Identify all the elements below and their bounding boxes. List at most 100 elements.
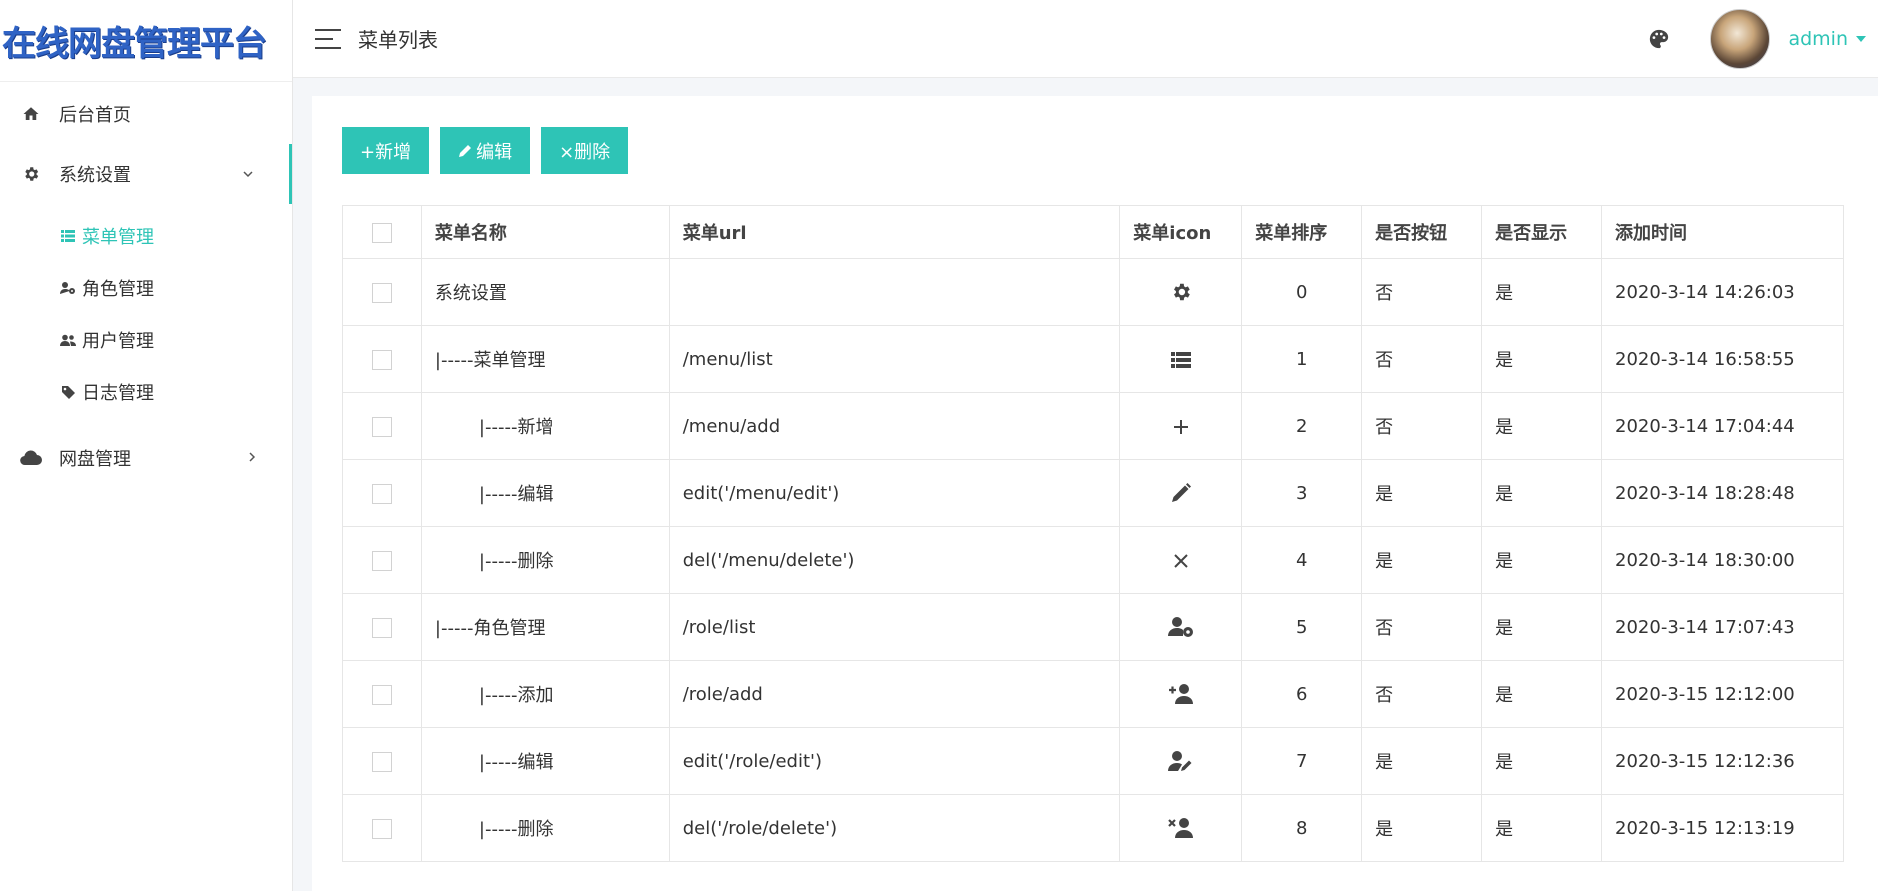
logo-text: 在线网盘管理平台: [2, 24, 267, 64]
row-checkbox-cell: [342, 794, 422, 862]
table-row[interactable]: |-----删除 del('/role/delete') 8 是 是 2020-…: [342, 794, 1844, 862]
menu-url-cell: del('/role/delete'): [668, 794, 1121, 862]
menu-url-cell: /role/list: [668, 593, 1121, 661]
sidebar-subitem-label: 日志管理: [82, 383, 154, 404]
avatar[interactable]: [1710, 9, 1771, 69]
row-checkbox[interactable]: [371, 617, 392, 638]
column-header[interactable]: 菜单url: [668, 205, 1121, 259]
is-show-cell: 是: [1481, 593, 1603, 661]
is-show-cell: 是: [1481, 794, 1603, 862]
home-icon: [20, 103, 42, 125]
menu-icon-cell: [1119, 258, 1243, 326]
sidebar-item-system-settings[interactable]: 系统设置: [0, 144, 292, 204]
select-all-checkbox[interactable]: [371, 222, 392, 243]
chevron-right-icon: [248, 450, 256, 466]
tags-icon: [60, 384, 76, 400]
sidebar-subitem-label: 用户管理: [82, 331, 154, 352]
column-header[interactable]: 是否显示: [1481, 205, 1603, 259]
menu-order-cell: 3: [1241, 459, 1363, 527]
row-checkbox[interactable]: [371, 483, 392, 504]
row-checkbox[interactable]: [371, 349, 392, 370]
table-row[interactable]: |-----编辑 edit('/menu/edit') 3 是 是 2020-3…: [342, 459, 1844, 527]
table-row[interactable]: |-----新增 /menu/add 2 否 是 2020-3-14 17:04…: [342, 392, 1844, 460]
row-checkbox-cell: [342, 459, 422, 527]
menu-order-cell: 6: [1241, 660, 1363, 728]
user-menu[interactable]: admin: [1788, 28, 1848, 50]
row-checkbox-cell: [342, 660, 422, 728]
column-header[interactable]: 是否按钮: [1361, 205, 1483, 259]
table-row[interactable]: 系统设置 0 否 是 2020-3-14 14:26:03: [342, 258, 1844, 326]
menu-icon-cell: [1119, 526, 1243, 594]
menu-name-cell: |-----菜单管理: [420, 325, 670, 393]
is-show-cell: 是: [1481, 258, 1603, 326]
sidebar-subitem-label: 角色管理: [82, 279, 154, 300]
content-panel: +新增 编辑 ×删除 菜单名称 菜单url 菜单icon 菜单排序 是否按钮 是…: [312, 96, 1878, 891]
menu-name-text: |-----新增: [478, 417, 554, 438]
menu-name-text: |-----编辑: [478, 752, 554, 773]
row-checkbox[interactable]: [371, 818, 392, 839]
caret-down-icon[interactable]: [1856, 36, 1866, 42]
table-row[interactable]: |-----添加 /role/add 6 否 是 2020-3-15 12:12…: [342, 660, 1844, 728]
edit-button-label: 编辑: [476, 141, 513, 163]
is-button-cell: 否: [1361, 258, 1483, 326]
added-time-cell: 2020-3-15 12:12:00: [1601, 660, 1844, 728]
row-checkbox[interactable]: [371, 282, 392, 303]
logo[interactable]: 在线网盘管理平台: [0, 0, 292, 82]
sidebar-subitem-label: 菜单管理: [82, 227, 154, 248]
palette-icon[interactable]: [1648, 28, 1670, 50]
is-show-cell: 是: [1481, 727, 1603, 795]
added-time-cell: 2020-3-14 16:58:55: [1601, 325, 1844, 393]
add-button-label: +新增: [360, 141, 412, 163]
is-button-cell: 是: [1361, 794, 1483, 862]
menu-order-cell: 8: [1241, 794, 1363, 862]
column-header[interactable]: 菜单名称: [420, 205, 670, 259]
row-checkbox-cell: [342, 258, 422, 326]
added-time-cell: 2020-3-14 18:30:00: [1601, 526, 1844, 594]
sidebar-subitem-user-management[interactable]: 用户管理: [0, 314, 292, 366]
pencil-icon: [1171, 483, 1191, 502]
is-button-cell: 否: [1361, 660, 1483, 728]
is-show-cell: 是: [1481, 660, 1603, 728]
row-checkbox[interactable]: [371, 416, 392, 437]
sidebar-subitem-role-management[interactable]: 角色管理: [0, 262, 292, 314]
is-button-cell: 是: [1361, 526, 1483, 594]
menu-icon-cell: [1119, 459, 1243, 527]
pencil-icon: [459, 144, 472, 157]
edit-button[interactable]: 编辑: [440, 127, 531, 174]
add-button[interactable]: +新增: [342, 127, 430, 174]
menu-name-cell: |-----角色管理: [420, 593, 670, 661]
row-checkbox-cell: [342, 392, 422, 460]
table-row[interactable]: |-----角色管理 /role/list 5 否 是 2020-3-14 17…: [342, 593, 1844, 661]
row-checkbox[interactable]: [371, 684, 392, 705]
user-gear-icon: [60, 280, 76, 296]
row-checkbox[interactable]: [371, 751, 392, 772]
sidebar: 在线网盘管理平台 后台首页 系统设置 菜单管理 角色管理 用户管理 日志管理 网…: [0, 0, 293, 891]
plus-icon: [1173, 419, 1188, 434]
sidebar-item-netdisk[interactable]: 网盘管理: [0, 428, 292, 488]
sidebar-subitem-menu-management[interactable]: 菜单管理: [0, 210, 292, 262]
menu-icon-cell: [1119, 392, 1243, 460]
sidebar-item-home[interactable]: 后台首页: [0, 84, 292, 144]
menu-order-cell: 5: [1241, 593, 1363, 661]
column-header[interactable]: 菜单icon: [1119, 205, 1243, 259]
menu-name-text: |-----编辑: [478, 484, 554, 505]
delete-button[interactable]: ×删除: [541, 127, 629, 174]
table-row[interactable]: |-----删除 del('/menu/delete') 4 是 是 2020-…: [342, 526, 1844, 594]
menu-toggle-icon[interactable]: [315, 28, 341, 49]
list-icon: [60, 228, 76, 244]
menu-url-cell: /role/add: [668, 660, 1121, 728]
added-time-cell: 2020-3-14 18:28:48: [1601, 459, 1844, 527]
row-checkbox[interactable]: [371, 550, 392, 571]
column-header[interactable]: 添加时间: [1601, 205, 1844, 259]
menu-name-cell: |-----添加: [420, 660, 670, 728]
table-row[interactable]: |-----菜单管理 /menu/list 1 否 是 2020-3-14 16…: [342, 325, 1844, 393]
is-show-cell: 是: [1481, 526, 1603, 594]
sidebar-subitem-log-management[interactable]: 日志管理: [0, 366, 292, 418]
row-checkbox-cell: [342, 593, 422, 661]
column-header[interactable]: 菜单排序: [1241, 205, 1363, 259]
is-button-cell: 否: [1361, 325, 1483, 393]
table-row[interactable]: |-----编辑 edit('/role/edit') 7 是 是 2020-3…: [342, 727, 1844, 795]
delete-button-label: ×删除: [559, 141, 611, 163]
added-time-cell: 2020-3-14 17:04:44: [1601, 392, 1844, 460]
menu-url-cell: /menu/add: [668, 392, 1121, 460]
